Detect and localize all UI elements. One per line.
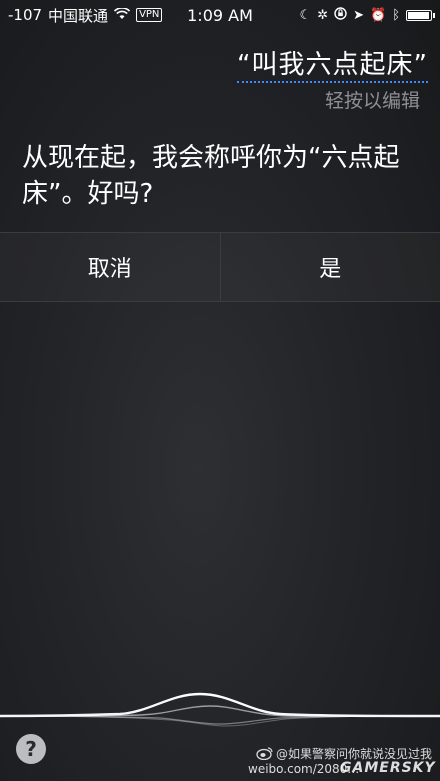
cancel-button[interactable]: 取消 [0,233,220,301]
help-button[interactable]: ? [16,734,46,764]
siri-waveform [0,692,440,727]
watermark-brand: GAMERSKY [340,760,436,776]
siri-utterance[interactable]: “叫我六点起床” [237,44,428,83]
status-bar-right: ☾ ✲ ➤ ⏰ ᛒ [299,7,435,23]
utterance-text: “叫我六点起床” [237,50,428,83]
vpn-badge: VPN [136,8,163,22]
status-time: 1:09 AM [187,5,253,25]
confirm-button[interactable]: 是 [219,233,440,301]
wifi-icon [114,6,131,23]
alarm-icon: ⏰ [370,7,387,23]
siri-response: 从现在起，我会称呼你为“六点起床”。好吗? [22,143,400,209]
rotation-lock-icon [334,7,347,23]
confirmation-buttons: 取消 是 [0,232,440,302]
signal-strength: -107 [8,6,43,24]
location-icon: ➤ [353,7,364,23]
battery-icon [406,9,435,21]
moon-icon: ☾ [299,7,312,23]
bluetooth-icon: ᛒ [392,7,400,23]
battery-fill [408,11,429,19]
tap-to-edit-hint: 轻按以编辑 [324,90,420,112]
status-bar-left: -107 中国联通 VPN [8,5,163,26]
activity-icon: ✲ [317,7,329,23]
waveform-line-main [0,692,440,718]
carrier-name: 中国联通 [48,6,109,25]
status-bar: -107 中国联通 VPN 1:09 AM ☾ ✲ ➤ ⏰ ᛒ [0,0,440,30]
waveform-line-3 [0,715,440,725]
